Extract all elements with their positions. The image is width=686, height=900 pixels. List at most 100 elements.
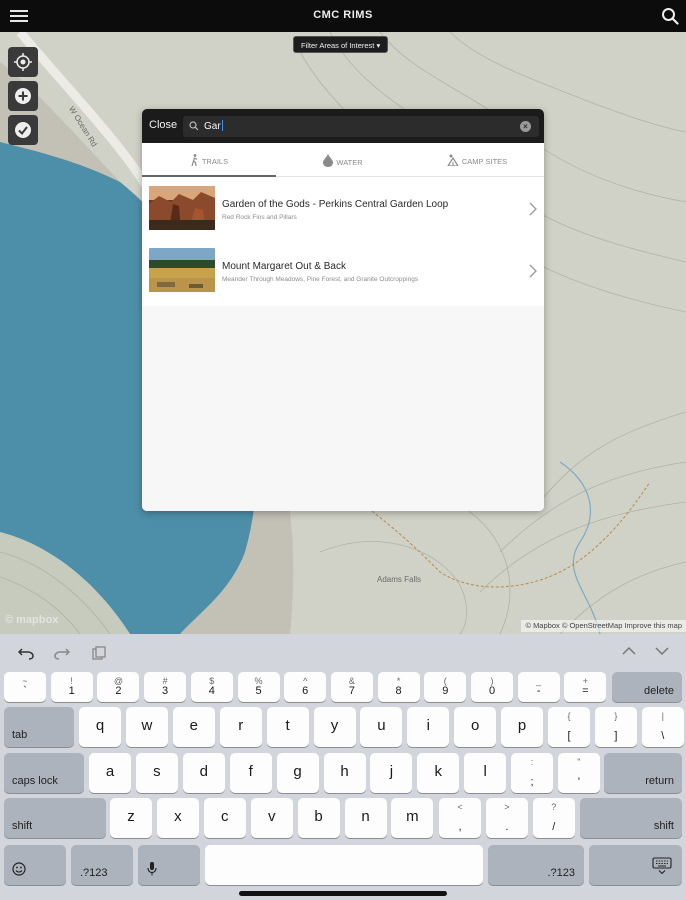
key-char: 4 (208, 685, 215, 697)
key-char: m (406, 808, 419, 825)
key[interactable]: :; (511, 753, 553, 793)
result-subtitle: Red Rock Fins and Pillars (222, 214, 297, 221)
key[interactable]: | \ (641, 707, 684, 747)
numbers-key-right[interactable]: .?123 (488, 845, 584, 885)
mapbox-logo: © mapbox (5, 614, 59, 626)
key-c[interactable]: c (203, 798, 246, 838)
key-x[interactable]: x (156, 798, 199, 838)
key-m[interactable]: m (391, 798, 434, 838)
key[interactable]: }] (594, 707, 637, 747)
filter-dropdown[interactable]: Filter Areas of Interest ▾ (293, 36, 389, 53)
key-s[interactable]: s (135, 753, 178, 793)
key[interactable]: >. (485, 798, 528, 838)
search-input[interactable]: Gar × (183, 116, 539, 137)
key[interactable]: @2 (97, 672, 140, 702)
key-char: i (426, 717, 430, 734)
key[interactable]: " ' (557, 753, 600, 793)
keyboard-dismiss-icon (652, 857, 672, 875)
shift-key-left[interactable]: shift (4, 798, 106, 838)
key-h[interactable]: h (323, 753, 366, 793)
zoom-in-button[interactable] (8, 81, 38, 111)
numbers-key-left[interactable]: .?123 (71, 845, 133, 885)
key[interactable]: & 7 (330, 672, 373, 702)
key-char: = (582, 685, 589, 697)
map-attribution[interactable]: © Mapbox © OpenStreetMap Improve this ma… (521, 620, 686, 632)
key[interactable]: % 5 (237, 672, 280, 702)
search-icon[interactable] (661, 7, 679, 25)
clear-search-icon[interactable]: × (520, 121, 531, 132)
hide-keyboard-key[interactable] (589, 845, 682, 885)
key-l[interactable]: l (464, 753, 507, 793)
chevron-right-icon (529, 202, 537, 216)
undo-icon[interactable] (18, 646, 34, 660)
key-b[interactable]: b (297, 798, 340, 838)
key-e[interactable]: e (172, 707, 215, 747)
key-shift-char: " (577, 757, 581, 767)
key-char: j (389, 763, 394, 780)
key[interactable]: _ - (517, 672, 560, 702)
key[interactable]: #3 (144, 672, 187, 702)
emoji-key[interactable] (4, 845, 66, 885)
key-p[interactable]: p (501, 707, 544, 747)
key-z[interactable]: z (110, 798, 152, 838)
check-button[interactable] (8, 115, 38, 145)
key-u[interactable]: u (360, 707, 403, 747)
shift-key-right[interactable]: shift (580, 798, 682, 838)
key[interactable]: * 8 (377, 672, 420, 702)
key-w[interactable]: w (125, 707, 168, 747)
key-j[interactable]: j (370, 753, 413, 793)
key-shift-char: | (661, 711, 664, 721)
redo-icon[interactable] (54, 646, 70, 660)
space-key[interactable] (205, 845, 483, 885)
key[interactable]: ? / (532, 798, 575, 838)
key-a[interactable]: a (89, 753, 131, 793)
key[interactable]: <, (439, 798, 481, 838)
key-char: u (377, 717, 386, 734)
caps-lock-key[interactable]: caps lock (4, 753, 84, 793)
key[interactable]: ) 0 (471, 672, 513, 702)
key-q[interactable]: q (79, 707, 121, 747)
delete-key[interactable]: delete (612, 672, 682, 702)
place-label: Adams Falls (377, 575, 422, 584)
key[interactable]: ! 1 (50, 672, 93, 702)
locate-button[interactable] (8, 47, 38, 77)
key[interactable]: (9 (424, 672, 467, 702)
chevron-up-icon[interactable] (622, 646, 636, 656)
key-label: .?123 (547, 867, 575, 879)
key-char: g (293, 763, 302, 780)
key-n[interactable]: n (344, 798, 387, 838)
app-title: CMC RIMS (313, 9, 373, 21)
result-row[interactable]: Garden of the Gods - Perkins Central Gar… (142, 178, 544, 240)
key-o[interactable]: o (454, 707, 497, 747)
key-d[interactable]: d (182, 753, 225, 793)
key[interactable]: $4 (190, 672, 233, 702)
key-g[interactable]: g (276, 753, 319, 793)
key-t[interactable]: t (266, 707, 309, 747)
key-k[interactable]: k (417, 753, 460, 793)
text-cursor (221, 120, 224, 131)
key-f[interactable]: f (229, 753, 272, 793)
key-label: .?123 (80, 867, 108, 879)
chevron-down-icon[interactable] (655, 646, 669, 656)
paste-icon[interactable] (92, 646, 106, 660)
key[interactable]: + = (564, 672, 607, 702)
tab-trails[interactable]: TRAILS (142, 143, 276, 177)
tab-camp-sites[interactable]: CAMP SITES (410, 143, 544, 177)
key-v[interactable]: v (250, 798, 293, 838)
key-char: 7 (348, 685, 355, 697)
result-row[interactable]: Mount Margaret Out & Back Meander Throug… (142, 240, 544, 302)
key-i[interactable]: i (407, 707, 450, 747)
results-list: Garden of the Gods - Perkins Central Gar… (142, 178, 544, 306)
key[interactable]: ^ 6 (284, 672, 327, 702)
dictation-key[interactable] (138, 845, 200, 885)
key[interactable]: ~ ` (4, 672, 46, 702)
return-key[interactable]: return (604, 753, 682, 793)
key[interactable]: {[ (548, 707, 590, 747)
tab-water[interactable]: WATER (276, 143, 410, 177)
tab-key[interactable]: tab (4, 707, 74, 747)
close-button[interactable]: Close (149, 119, 177, 131)
key-y[interactable]: y (313, 707, 356, 747)
key-r[interactable]: r (219, 707, 262, 747)
home-indicator (239, 891, 447, 896)
key-shift-char: < (457, 802, 463, 812)
